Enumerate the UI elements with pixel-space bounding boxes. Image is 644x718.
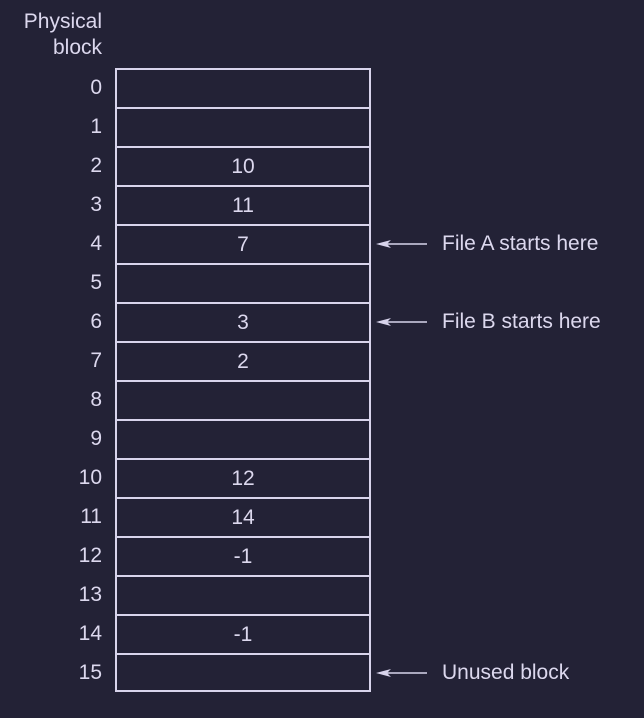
block-index-label: 8 xyxy=(90,388,102,411)
next-block-value: 7 xyxy=(237,232,249,256)
axis-title-line2: block xyxy=(52,36,102,59)
table-row: 10 xyxy=(117,146,369,185)
block-index-label: 2 xyxy=(90,154,102,177)
block-index-label: 6 xyxy=(90,310,102,333)
next-block-value: 3 xyxy=(237,310,249,334)
block-index-label: 14 xyxy=(78,622,102,645)
table-row: -1 xyxy=(117,614,369,653)
block-index-label: 4 xyxy=(90,232,102,255)
annotation: Unused block xyxy=(375,660,570,684)
block-index-label: 1 xyxy=(90,115,102,138)
annotation: File A starts here xyxy=(375,231,599,255)
table-row xyxy=(117,419,369,458)
block-index-label: 0 xyxy=(90,76,102,99)
table-row: -1 xyxy=(117,536,369,575)
axis-title: Physical block xyxy=(24,9,102,61)
next-block-value: 10 xyxy=(231,154,255,178)
table-row xyxy=(117,263,369,302)
axis-title-line1: Physical xyxy=(23,10,102,33)
next-block-value: -1 xyxy=(233,622,253,646)
block-index-label: 10 xyxy=(78,466,102,489)
annotation: File B starts here xyxy=(375,309,601,333)
annotation-text: Unused block xyxy=(442,660,570,684)
block-index-label: 7 xyxy=(90,349,102,372)
table-row xyxy=(117,653,369,692)
table-row xyxy=(117,107,369,146)
table-row xyxy=(117,575,369,614)
block-index-label: 15 xyxy=(78,661,102,684)
table-row xyxy=(117,70,369,109)
next-block-value: 11 xyxy=(232,193,254,217)
block-index-label: 5 xyxy=(90,271,102,294)
next-block-value: -1 xyxy=(233,544,253,568)
arrow-left-icon xyxy=(376,239,427,248)
block-index-label: 9 xyxy=(90,427,102,450)
next-block-value: 12 xyxy=(231,466,255,490)
arrow-left-icon xyxy=(376,317,427,326)
table-row: 14 xyxy=(117,497,369,536)
next-block-value: 2 xyxy=(237,349,249,373)
allocation-table: 10 11 7 3 2 12 14 -1 -1 xyxy=(115,68,371,692)
annotation-text: File B starts here xyxy=(442,309,601,333)
table-row xyxy=(117,380,369,419)
next-block-value: 14 xyxy=(231,505,255,529)
annotation-text: File A starts here xyxy=(442,231,599,255)
block-index-label: 12 xyxy=(78,544,102,567)
table-row: 11 xyxy=(117,185,369,224)
arrow-left-icon xyxy=(376,668,427,677)
table-row: 7 xyxy=(117,224,369,263)
table-row: 2 xyxy=(117,341,369,380)
table-row: 12 xyxy=(117,458,369,497)
block-index-label: 3 xyxy=(90,193,102,216)
block-index-label: 11 xyxy=(80,505,102,528)
block-index-label: 13 xyxy=(78,583,102,606)
table-row: 3 xyxy=(117,302,369,341)
